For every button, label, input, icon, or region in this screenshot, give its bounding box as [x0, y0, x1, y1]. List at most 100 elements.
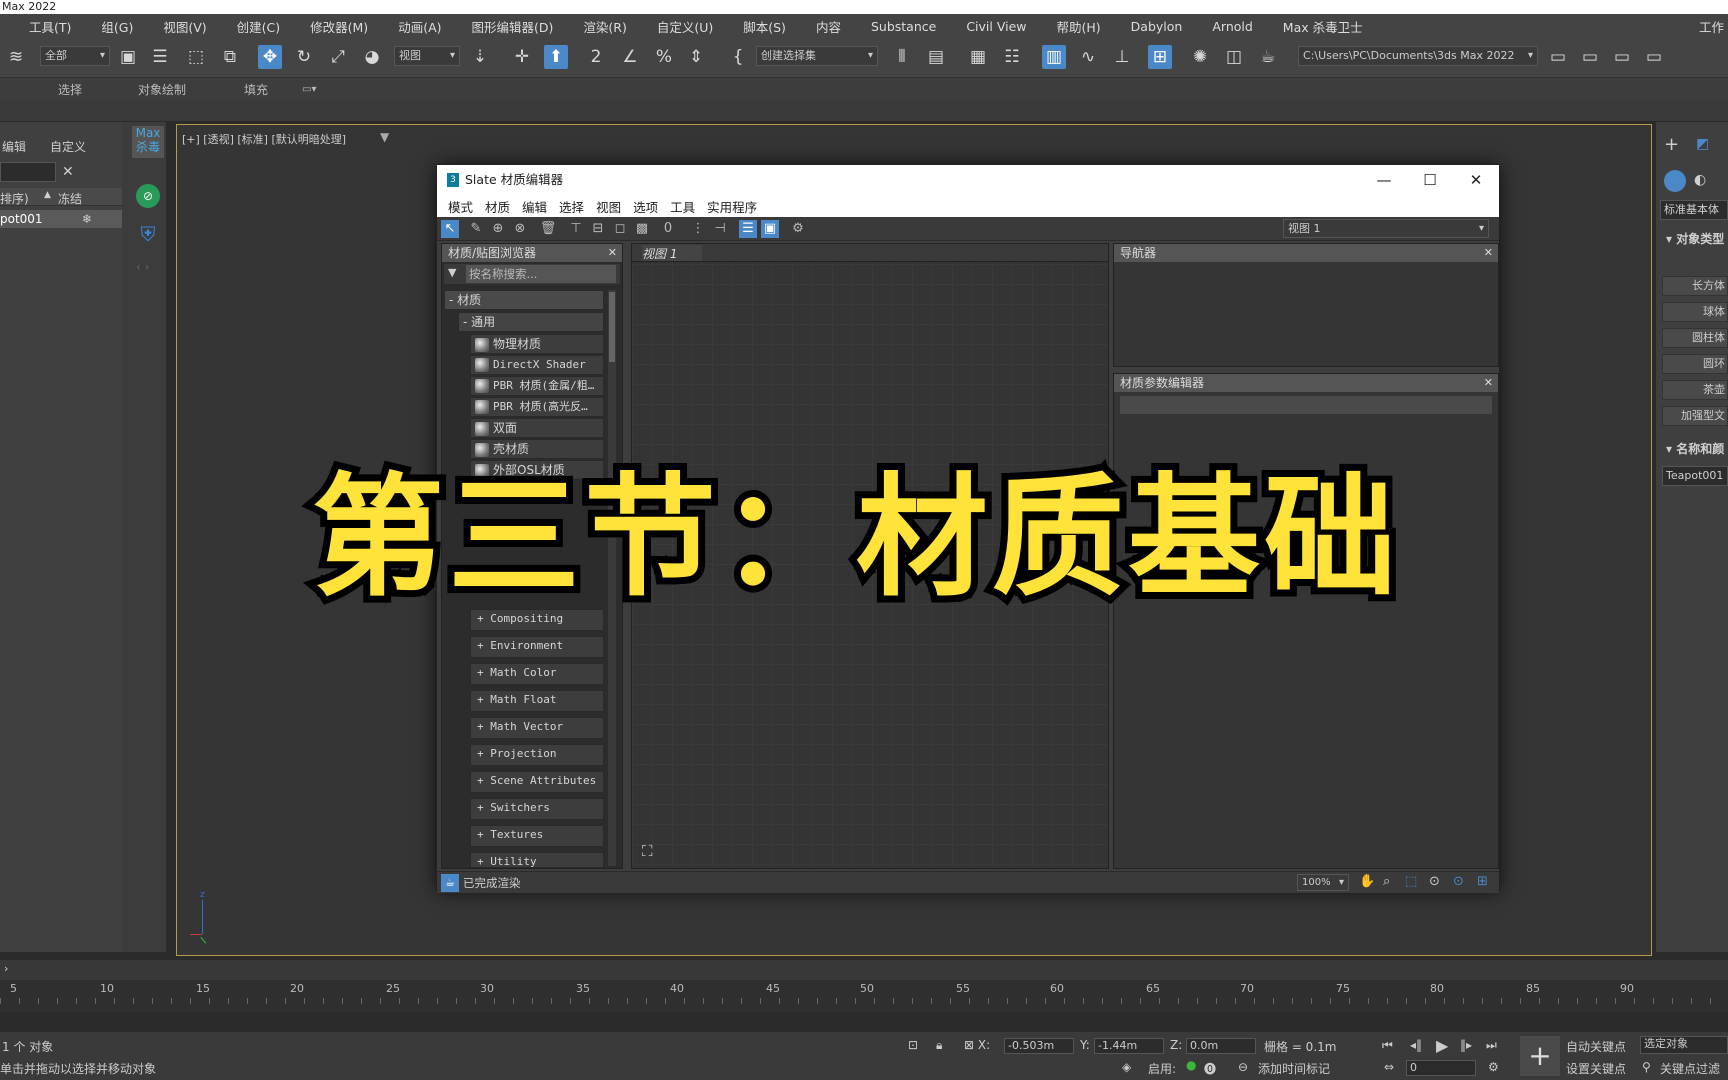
binoculars-icon[interactable]: ⛶: [642, 842, 653, 860]
name-color-rollout[interactable]: ▾ 名称和颜: [1666, 440, 1724, 457]
explorer-row[interactable]: pot001 ❄: [0, 210, 122, 228]
key-filters-button[interactable]: 关键点过滤: [1660, 1060, 1720, 1077]
absolute-mode-icon[interactable]: ⊠ X:: [964, 1038, 990, 1052]
slate-menu-edit[interactable]: 编辑: [516, 197, 553, 216]
select-object-icon[interactable]: ▣: [116, 45, 140, 69]
browser-item[interactable]: DirectX Shader: [470, 355, 604, 375]
set-key-big-icon[interactable]: +: [1520, 1036, 1560, 1076]
ribbon-options-icon[interactable]: ▭▾: [302, 84, 316, 95]
selection-filter-dropdown[interactable]: 全部: [40, 46, 110, 66]
material-id-icon[interactable]: 0: [659, 220, 677, 238]
reference-coord-dropdown[interactable]: 视图: [394, 46, 460, 66]
ribbon-tab-object-paint[interactable]: 对象绘制: [138, 81, 186, 98]
slate-menu-options[interactable]: 选项: [627, 197, 664, 216]
time-slider-icon[interactable]: ›: [4, 962, 8, 975]
align-icon[interactable]: ▤: [924, 45, 948, 69]
key-set-dropdown[interactable]: 选定对象: [1640, 1036, 1728, 1054]
render-setup-icon[interactable]: ◫: [1222, 45, 1246, 69]
pan-icon[interactable]: ✋: [1359, 874, 1375, 889]
clear-search-icon[interactable]: ✕: [62, 164, 74, 180]
menu-tools[interactable]: 工具(T): [14, 17, 86, 36]
cylinder-button[interactable]: 圆柱体: [1662, 328, 1728, 348]
map-category[interactable]: + Switchers: [470, 798, 604, 820]
dope-sheet-icon[interactable]: ⊥: [1110, 45, 1134, 69]
params-close-icon[interactable]: ✕: [1484, 374, 1493, 392]
goto-start-icon[interactable]: ⏮: [1382, 1038, 1393, 1053]
viewport-layout-icon[interactable]: ▭: [1610, 45, 1634, 69]
shapes-icon[interactable]: ◐: [1694, 172, 1706, 188]
scene-explorer-icon[interactable]: ▦: [966, 45, 990, 69]
box-button[interactable]: 长方体: [1662, 276, 1728, 296]
snaps-toggle-icon[interactable]: 2: [584, 45, 608, 69]
curve-editor-icon[interactable]: ∿: [1076, 45, 1100, 69]
select-scale-icon[interactable]: ⤢: [326, 45, 350, 69]
browser-item[interactable]: PBR 材质(高光反…: [470, 397, 604, 417]
menu-group[interactable]: 组(G): [86, 17, 148, 36]
select-place-icon[interactable]: ◕: [360, 45, 384, 69]
maximize-icon[interactable]: ☐: [1407, 165, 1453, 195]
menu-customize[interactable]: 自定义(U): [642, 17, 728, 36]
pick-material-icon[interactable]: ✎: [467, 220, 485, 238]
map-category[interactable]: + Scene Attributes: [470, 771, 604, 793]
sort-up-icon[interactable]: ▲: [44, 190, 51, 200]
map-category[interactable]: + Environment: [470, 636, 604, 658]
params-name-bar[interactable]: [1120, 396, 1492, 414]
close-icon[interactable]: ✕: [1453, 165, 1499, 195]
zoom-region-icon[interactable]: ⬚: [1405, 874, 1417, 889]
max-antivirus-button[interactable]: Max 杀毒: [132, 126, 164, 158]
mirror-icon[interactable]: ⫴: [890, 45, 914, 69]
z-coordinate-field[interactable]: 0.0m: [1186, 1038, 1256, 1054]
menu-dabylon[interactable]: Dabylon: [1116, 19, 1198, 34]
enable-dot-icon[interactable]: ●: [1186, 1058, 1196, 1072]
explorer-custom-menu[interactable]: 自定义: [50, 138, 86, 155]
zoom-icon[interactable]: ⌕: [1383, 874, 1390, 889]
menu-animation[interactable]: 动画(A): [383, 17, 456, 36]
delete-icon[interactable]: 🗑︎: [539, 220, 557, 238]
zoom-dropdown[interactable]: 100%: [1297, 874, 1349, 891]
primitive-type-dropdown[interactable]: 标准基本体: [1660, 200, 1728, 220]
slate-menu-view[interactable]: 视图: [590, 197, 627, 216]
map-category[interactable]: + Math Vector: [470, 717, 604, 739]
material-editor-icon[interactable]: ✺: [1188, 45, 1212, 69]
move-children-icon[interactable]: ⊤: [567, 220, 585, 238]
add-time-tag[interactable]: 添加时间标记: [1258, 1060, 1330, 1077]
adaptive-icon[interactable]: ⓿: [1204, 1060, 1216, 1077]
map-category[interactable]: + Math Float: [470, 690, 604, 712]
assign-material-icon[interactable]: ⊕: [489, 220, 507, 238]
create-tab-icon[interactable]: +: [1664, 134, 1679, 155]
zoom-all-icon[interactable]: ⊞: [1477, 874, 1488, 889]
map-category[interactable]: + Projection: [470, 744, 604, 766]
menu-graph-editors[interactable]: 图形编辑器(D): [457, 17, 569, 36]
menu-create[interactable]: 创建(C): [222, 17, 295, 36]
select-manipulate-icon[interactable]: ✛: [510, 45, 534, 69]
modify-tab-icon[interactable]: ◩: [1696, 136, 1709, 152]
schematic-view-icon[interactable]: ⊞: [1148, 45, 1172, 69]
shield-icon[interactable]: ⛨: [136, 222, 160, 246]
transform-gizmo-icon[interactable]: ◈: [1122, 1060, 1131, 1074]
rect-selection-icon[interactable]: ⬚: [184, 45, 208, 69]
slate-menu-select[interactable]: 选择: [553, 197, 590, 216]
x-coordinate-field[interactable]: -0.503m: [1004, 1038, 1074, 1054]
render-teapot-icon[interactable]: ☕: [1256, 45, 1280, 69]
viewport-label[interactable]: [+] [透视] [标准] [默认明暗处理]: [182, 131, 346, 147]
browser-search-input[interactable]: 按名称搜索...: [466, 265, 616, 283]
zoom-extents-icon[interactable]: ⊙: [1429, 874, 1440, 889]
named-selection-set-dropdown[interactable]: 创建选择集: [756, 46, 878, 66]
browser-item[interactable]: 物理材质: [470, 334, 604, 354]
torus-button[interactable]: 圆环: [1662, 354, 1728, 374]
layer-manager-icon[interactable]: ☷: [1000, 45, 1024, 69]
menu-help[interactable]: 帮助(H): [1042, 17, 1116, 36]
prev-frame-icon[interactable]: ◂‖: [1410, 1038, 1422, 1052]
menu-civil-view[interactable]: Civil View: [951, 19, 1041, 34]
ribbon-tab-fill[interactable]: 填充: [244, 81, 268, 98]
key-mode-icon[interactable]: ⇔: [1384, 1060, 1394, 1074]
menu-rendering[interactable]: 渲染(R): [568, 17, 641, 36]
map-category[interactable]: + Utility: [470, 852, 604, 868]
browser-close-icon[interactable]: ✕: [608, 244, 617, 262]
hide-unused-icon[interactable]: ⊟: [589, 220, 607, 238]
layout-all-icon[interactable]: ⋮: [689, 220, 707, 238]
object-name-field[interactable]: Teapot001: [1662, 466, 1728, 486]
key-filters-icon[interactable]: ⚲: [1642, 1060, 1651, 1074]
prev-icon[interactable]: ‹ ›: [136, 260, 149, 274]
play-icon[interactable]: ▶: [1436, 1036, 1448, 1055]
